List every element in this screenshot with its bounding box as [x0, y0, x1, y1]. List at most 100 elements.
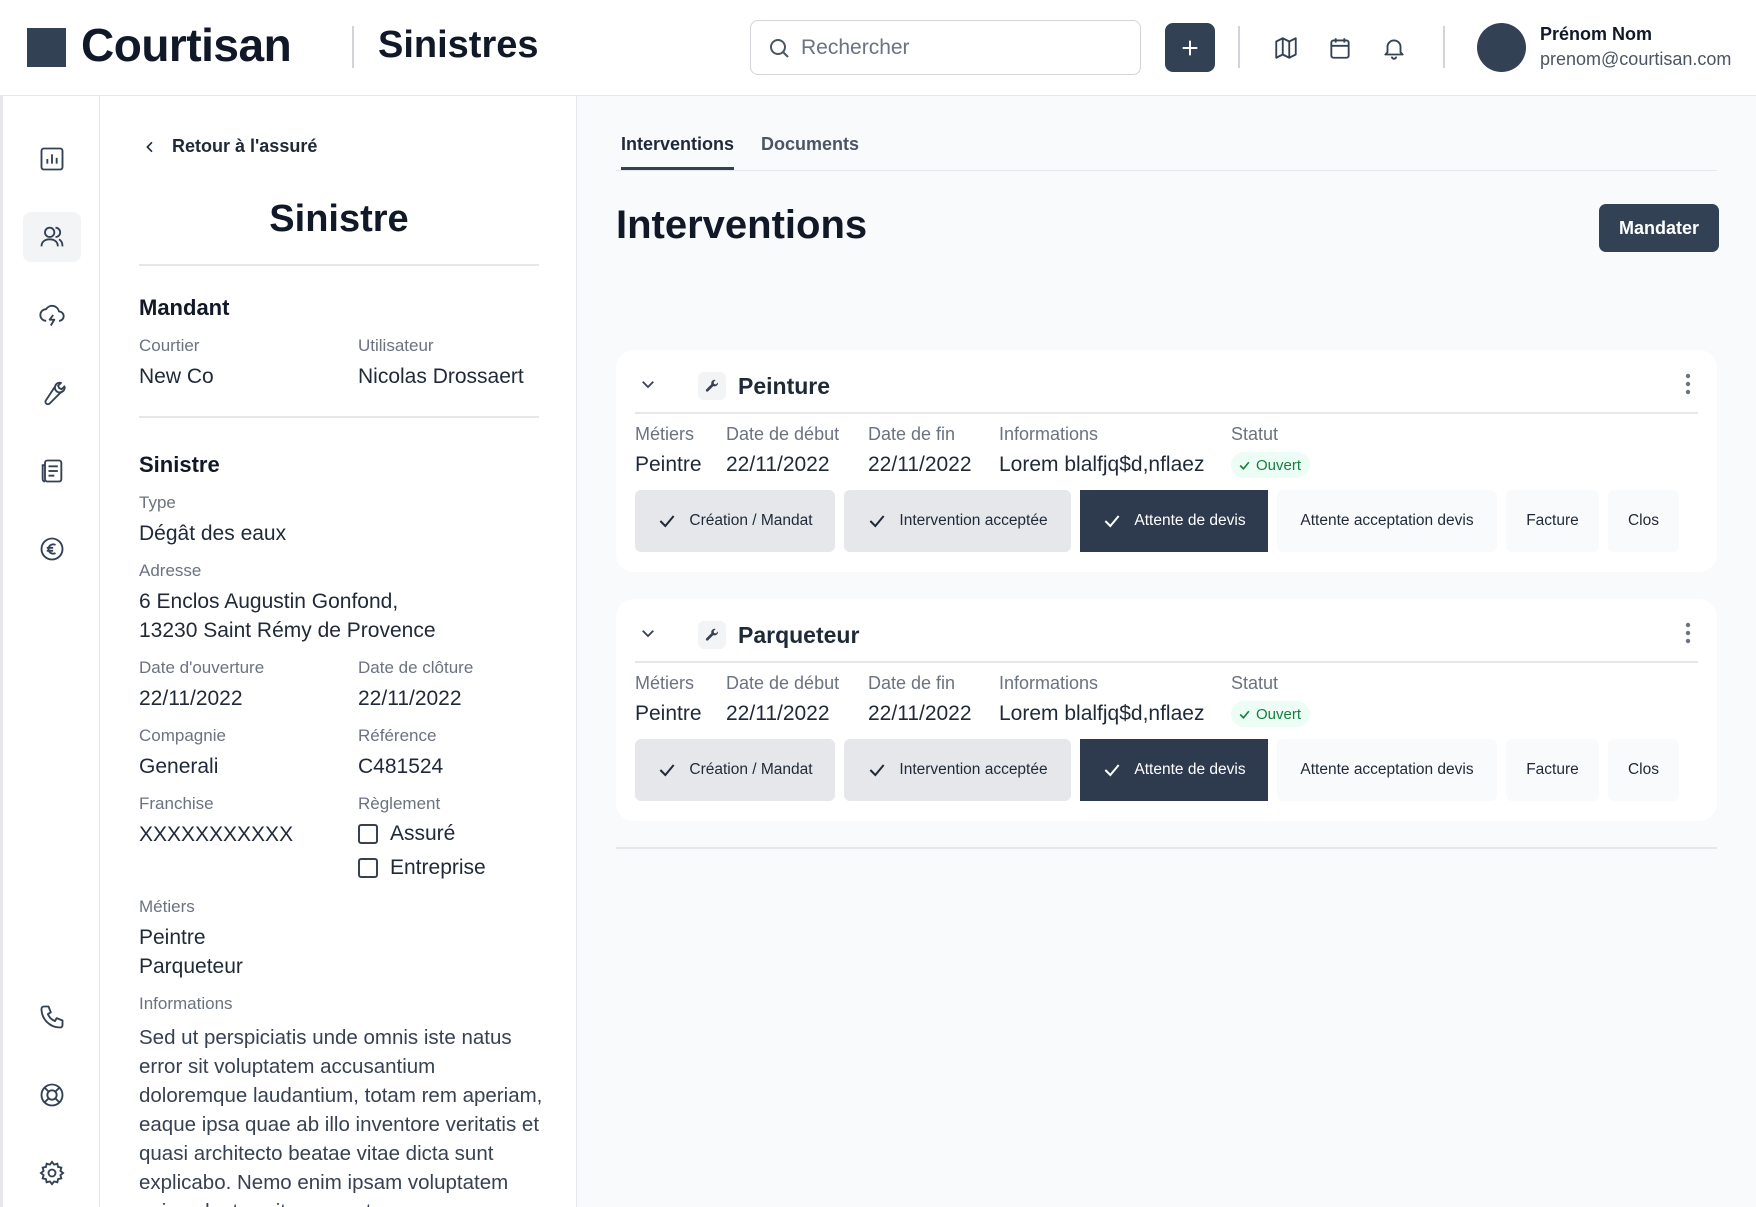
reference-value: C481524 [358, 755, 444, 778]
field-label: Date de début [726, 673, 840, 693]
step-attente-acceptation[interactable]: Attente acceptation devis [1277, 490, 1497, 552]
step-creation[interactable]: Création / Mandat [635, 490, 835, 552]
step-attente-devis[interactable]: Attente de devis [1080, 739, 1268, 801]
check-icon [870, 515, 885, 528]
checkbox-box[interactable] [358, 858, 378, 878]
more-menu-button[interactable] [1676, 619, 1700, 647]
mandater-button[interactable]: Mandater [1599, 204, 1719, 252]
back-label: Retour à l'assuré [172, 136, 318, 156]
notifications-button[interactable] [1376, 30, 1412, 66]
metier-value: Peintre [635, 453, 702, 476]
step-clos[interactable]: Clos [1608, 490, 1679, 552]
nav-interventions[interactable] [23, 368, 81, 418]
reference-label: Référence [358, 726, 437, 745]
checkbox-label: Assuré [390, 822, 456, 845]
metier-item: Parqueteur [139, 955, 243, 978]
step-attente-devis[interactable]: Attente de devis [1080, 490, 1268, 552]
tab-documents[interactable]: Documents [761, 134, 859, 167]
nav-phone[interactable] [23, 992, 81, 1042]
logo-mark [27, 28, 66, 67]
nav-sinistres[interactable] [23, 290, 81, 340]
back-link[interactable]: Retour à l'assuré [142, 136, 317, 157]
search-box[interactable] [750, 20, 1141, 75]
reglement-assure-checkbox[interactable]: Assuré [358, 822, 455, 846]
date-debut-value: 22/11/2022 [726, 453, 830, 476]
phone-icon [40, 1005, 64, 1029]
nav-clients[interactable] [23, 212, 81, 262]
field-label: Date de fin [868, 424, 956, 444]
collapse-toggle[interactable] [636, 621, 660, 645]
header-divider [1443, 26, 1445, 68]
ouverture-value: 22/11/2022 [139, 687, 243, 710]
euro-icon [40, 537, 64, 561]
step-clos[interactable]: Clos [1608, 739, 1679, 801]
step-creation[interactable]: Création / Mandat [635, 739, 835, 801]
metiers-label: Métiers [139, 897, 195, 916]
mandant-section-title: Mandant [139, 295, 230, 320]
step-facture[interactable]: Facture [1506, 490, 1599, 552]
main-content: Interventions Documents Interventions Ma… [577, 96, 1756, 1207]
step-label: Intervention acceptée [899, 761, 1048, 778]
utilisateur-value: Nicolas Drossaert [358, 365, 524, 388]
divider [635, 661, 1698, 663]
search-input[interactable] [801, 35, 1121, 60]
status-badge: Ouvert [1231, 452, 1311, 478]
chart-icon [40, 147, 64, 171]
courtier-value: New Co [139, 365, 214, 388]
detail-title: Sinistre [269, 198, 409, 240]
wrench-icon [44, 381, 66, 406]
nav-settings[interactable] [23, 1148, 81, 1198]
add-button[interactable] [1165, 23, 1215, 72]
step-label: Intervention acceptée [899, 512, 1048, 529]
status-text: Ouvert [1256, 705, 1302, 723]
check-icon [1239, 710, 1250, 719]
step-attente-acceptation[interactable]: Attente acceptation devis [1277, 739, 1497, 801]
sinistre-detail-panel: Retour à l'assuré Sinistre Mandant Court… [100, 96, 577, 1207]
calendar-button[interactable] [1322, 30, 1358, 66]
avatar[interactable] [1477, 23, 1526, 72]
nav-dashboard[interactable] [23, 134, 81, 184]
field-label: Statut [1231, 424, 1279, 444]
wrench-icon [698, 372, 726, 400]
check-icon [1239, 461, 1250, 470]
collapse-toggle[interactable] [636, 372, 660, 396]
field-label: Métiers [635, 424, 695, 444]
check-icon [1105, 515, 1120, 528]
sinistre-section-title: Sinistre [139, 452, 220, 477]
divider [635, 412, 1698, 414]
courtier-label: Courtier [139, 336, 200, 355]
step-facture[interactable]: Facture [1506, 739, 1599, 801]
user-name: Prénom Nom [1540, 24, 1653, 44]
compagnie-label: Compagnie [139, 726, 226, 745]
chevron-down-icon [642, 630, 654, 638]
ouverture-label: Date d'ouverture [139, 658, 265, 677]
step-acceptee[interactable]: Intervention acceptée [844, 490, 1071, 552]
calendar-icon [1330, 38, 1350, 59]
step-acceptee[interactable]: Intervention acceptée [844, 739, 1071, 801]
metier-item: Peintre [139, 926, 206, 949]
franchise-value: XXXXXXXXXXX [139, 823, 294, 846]
check-icon [660, 764, 675, 777]
section-title: Sinistres [378, 24, 539, 66]
check-icon [1105, 764, 1120, 777]
cloture-value: 22/11/2022 [358, 687, 462, 710]
tab-interventions[interactable]: Interventions [621, 134, 735, 170]
checkbox-box[interactable] [358, 824, 378, 844]
reglement-label: Règlement [358, 794, 441, 813]
header-divider [352, 26, 354, 68]
adresse-line1: 6 Enclos Augustin Gonfond, [139, 590, 399, 613]
nav-documents[interactable] [23, 446, 81, 496]
more-menu-button[interactable] [1676, 370, 1700, 398]
type-value: Dégât des eaux [139, 522, 287, 545]
top-header: Courtisan Sinistres Prénom Nom prenom@co… [0, 0, 1756, 96]
chevron-left-icon [146, 141, 153, 152]
intervention-title: Peinture [738, 373, 831, 399]
nav-finances[interactable] [23, 524, 81, 574]
map-icon [1275, 37, 1297, 59]
cloture-label: Date de clôture [358, 658, 474, 677]
utilisateur-label: Utilisateur [358, 336, 434, 355]
nav-support[interactable] [23, 1070, 81, 1120]
header-divider [1238, 26, 1240, 68]
map-button[interactable] [1268, 30, 1304, 66]
reglement-entreprise-checkbox[interactable]: Entreprise [358, 856, 486, 880]
